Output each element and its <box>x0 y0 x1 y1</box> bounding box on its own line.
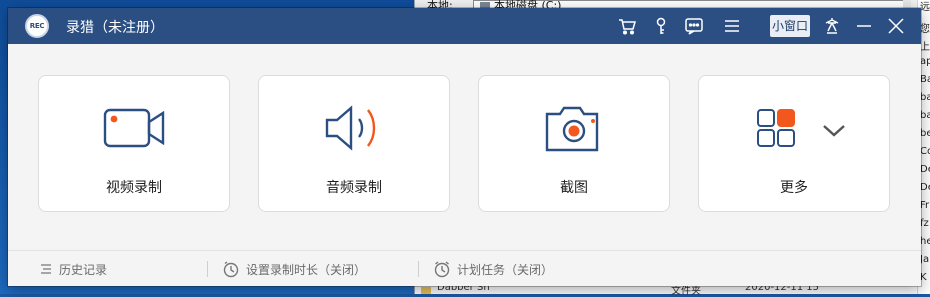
more-card[interactable]: 更多 <box>698 75 890 212</box>
title-bar[interactable]: REC 录猎（未注册） 小窗口 <box>8 8 921 44</box>
list-item: 您 <box>920 24 930 35</box>
list-item: Ba <box>920 74 930 85</box>
list-item: Ja <box>920 254 930 265</box>
list-item: 远 <box>920 2 930 13</box>
list-item: be <box>920 128 930 139</box>
list-item: ba <box>920 92 930 103</box>
history-button[interactable]: 历史记录 <box>39 251 107 287</box>
pin-icon[interactable] <box>821 15 843 37</box>
divider <box>418 261 419 277</box>
list-item: ba <box>920 110 930 121</box>
mini-window-button[interactable]: 小窗口 <box>770 15 811 37</box>
divider <box>207 261 208 277</box>
schedule-task-label: 计划任务（关闭） <box>457 262 554 277</box>
list-item: Co <box>920 146 930 157</box>
grid-more-icon <box>699 98 889 158</box>
video-record-card[interactable]: 视频录制 <box>38 75 230 212</box>
list-item: Fr <box>920 200 930 211</box>
alarm-clock-icon <box>434 261 450 278</box>
screenshot-label: 截图 <box>560 180 588 196</box>
set-duration-label: 设置录制时长（关闭） <box>246 262 367 277</box>
video-record-label: 视频录制 <box>106 180 162 196</box>
close-icon[interactable] <box>885 15 907 37</box>
list-item: fz <box>920 218 929 229</box>
folder-icon <box>421 287 431 294</box>
app-logo: REC <box>25 14 49 38</box>
minimize-icon[interactable] <box>853 15 875 37</box>
screenshot-card[interactable]: 截图 <box>478 75 670 212</box>
list-item: ap <box>920 56 930 67</box>
video-camera-icon <box>39 98 229 158</box>
photo-camera-icon <box>479 98 669 158</box>
audio-record-label: 音频录制 <box>326 180 382 196</box>
logo-text: REC <box>29 22 45 30</box>
schedule-task-button[interactable]: 计划任务（关闭） <box>433 251 553 287</box>
speaker-icon <box>259 98 449 158</box>
list-item: De <box>920 164 930 175</box>
app-title: 录猎（未注册） <box>66 20 164 36</box>
status-bar: 历史记录 设置录制时长（关闭） 计划任务（关闭） <box>8 250 921 286</box>
recorder-app-window: REC 录猎（未注册） 小窗口 视频录制 音频录制 截图 更多 历史记录 设置录… <box>8 8 921 286</box>
menu-icon[interactable] <box>721 15 743 37</box>
feedback-chat-icon[interactable] <box>683 15 705 37</box>
cart-icon[interactable] <box>616 15 638 37</box>
list-item: 上 <box>920 42 930 53</box>
audio-record-card[interactable]: 音频录制 <box>258 75 450 212</box>
history-label: 历史记录 <box>59 262 108 277</box>
clock-icon <box>223 261 239 278</box>
key-icon[interactable] <box>650 15 672 37</box>
feature-cards: 视频录制 音频录制 截图 更多 <box>8 44 921 250</box>
list-icon <box>41 264 51 274</box>
set-duration-button[interactable]: 设置录制时长（关闭） <box>222 251 366 287</box>
more-label: 更多 <box>780 180 808 196</box>
list-item: De <box>920 182 930 193</box>
list-item: he <box>920 236 930 247</box>
